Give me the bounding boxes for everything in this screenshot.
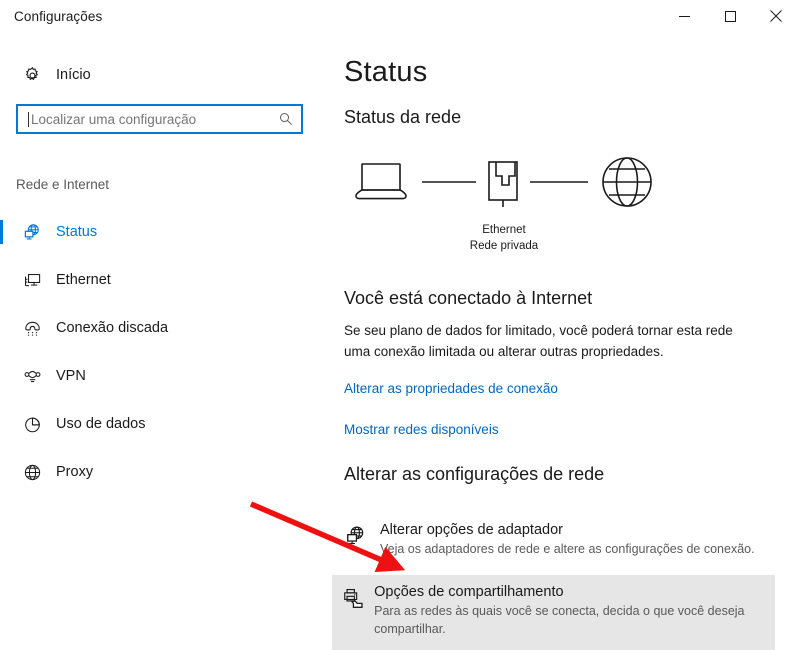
close-button[interactable] [753,0,799,32]
maximize-button[interactable] [707,0,753,32]
connected-description: Se seu plano de dados for limitado, você… [344,323,733,359]
globe-icon [12,463,52,482]
main-content: Status Status da rede Ethernet Rede priv… [332,36,800,650]
option-subtitle: Para as redes às quais você se conecta, … [374,604,745,636]
sharing-printer-icon [332,575,374,650]
network-diagram: Ethernet Rede privada [344,154,664,264]
page-title: Status [344,56,428,88]
connected-heading: Você está conectado à Internet [344,288,593,308]
ethernet-port-icon [488,161,518,207]
option-text-block: Alterar opções de adaptador Veja os adap… [380,513,765,571]
option-change-adapter-options[interactable]: Alterar opções de adaptador Veja os adap… [332,513,775,571]
network-status-heading: Status da rede [344,107,462,127]
option-sharing-options[interactable]: Opções de compartilhamento Para as redes… [332,575,775,650]
change-network-settings-heading: Alterar as configurações de rede [344,464,605,484]
laptop-icon [355,163,407,200]
diagram-caption-adapter: Ethernet [482,224,526,236]
minimize-button[interactable] [661,0,707,32]
globe-icon [602,157,652,207]
option-title: Opções de compartilhamento [374,584,564,600]
vpn-icon [12,367,52,386]
selection-indicator [0,268,3,292]
search-input[interactable] [29,106,271,132]
option-text-block: Opções de compartilhamento Para as redes… [374,575,775,650]
dialup-phone-icon [12,319,52,338]
option-title: Alterar opções de adaptador [380,522,563,538]
sidebar-item-proxy[interactable]: Proxy [0,448,332,496]
window-title: Configurações [14,9,103,24]
settings-sidebar: Início Rede e Internet [0,36,332,631]
link-show-available-networks[interactable]: Mostrar redes disponíveis [344,422,499,437]
network-status-icon [12,223,52,242]
sidebar-nav-list: Status Ethernet Conexão discada VPN Uso … [0,208,332,496]
sidebar-item-dialup-label: Conexão discada [56,320,169,336]
sidebar-item-home-label: Início [56,67,91,83]
sidebar-item-status[interactable]: Status [0,208,332,256]
sidebar-item-data-usage[interactable]: Uso de dados [0,400,332,448]
minimize-icon [678,15,690,17]
selection-indicator [0,316,3,340]
diagram-caption-network-type: Rede privada [469,240,539,252]
sidebar-section-label: Rede e Internet [16,177,110,192]
selection-indicator [0,364,3,388]
sidebar-item-status-label: Status [56,224,98,240]
sidebar-item-ethernet-label: Ethernet [56,272,111,288]
selection-indicator [0,460,3,484]
sidebar-item-dialup[interactable]: Conexão discada [0,304,332,352]
gear-icon [12,66,52,85]
sidebar-item-home[interactable]: Início [0,56,332,94]
ethernet-monitor-icon [12,271,52,290]
selection-indicator [0,220,3,244]
search-box[interactable] [16,104,303,134]
link-change-connection-properties[interactable]: Alterar as propriedades de conexão [344,381,558,396]
sidebar-item-proxy-label: Proxy [56,464,94,480]
sidebar-item-vpn[interactable]: VPN [0,352,332,400]
adapter-globe-icon [332,513,380,571]
selection-indicator [0,412,3,436]
pie-chart-icon [12,415,52,434]
sidebar-item-vpn-label: VPN [56,368,86,384]
sidebar-item-data-usage-label: Uso de dados [56,416,146,432]
maximize-icon [724,10,736,22]
window-title-bar: Configurações [0,0,800,36]
option-subtitle: Veja os adaptadores de rede e altere as … [380,542,755,556]
sidebar-item-ethernet[interactable]: Ethernet [0,256,332,304]
search-icon[interactable] [271,112,301,126]
close-icon [770,10,782,22]
